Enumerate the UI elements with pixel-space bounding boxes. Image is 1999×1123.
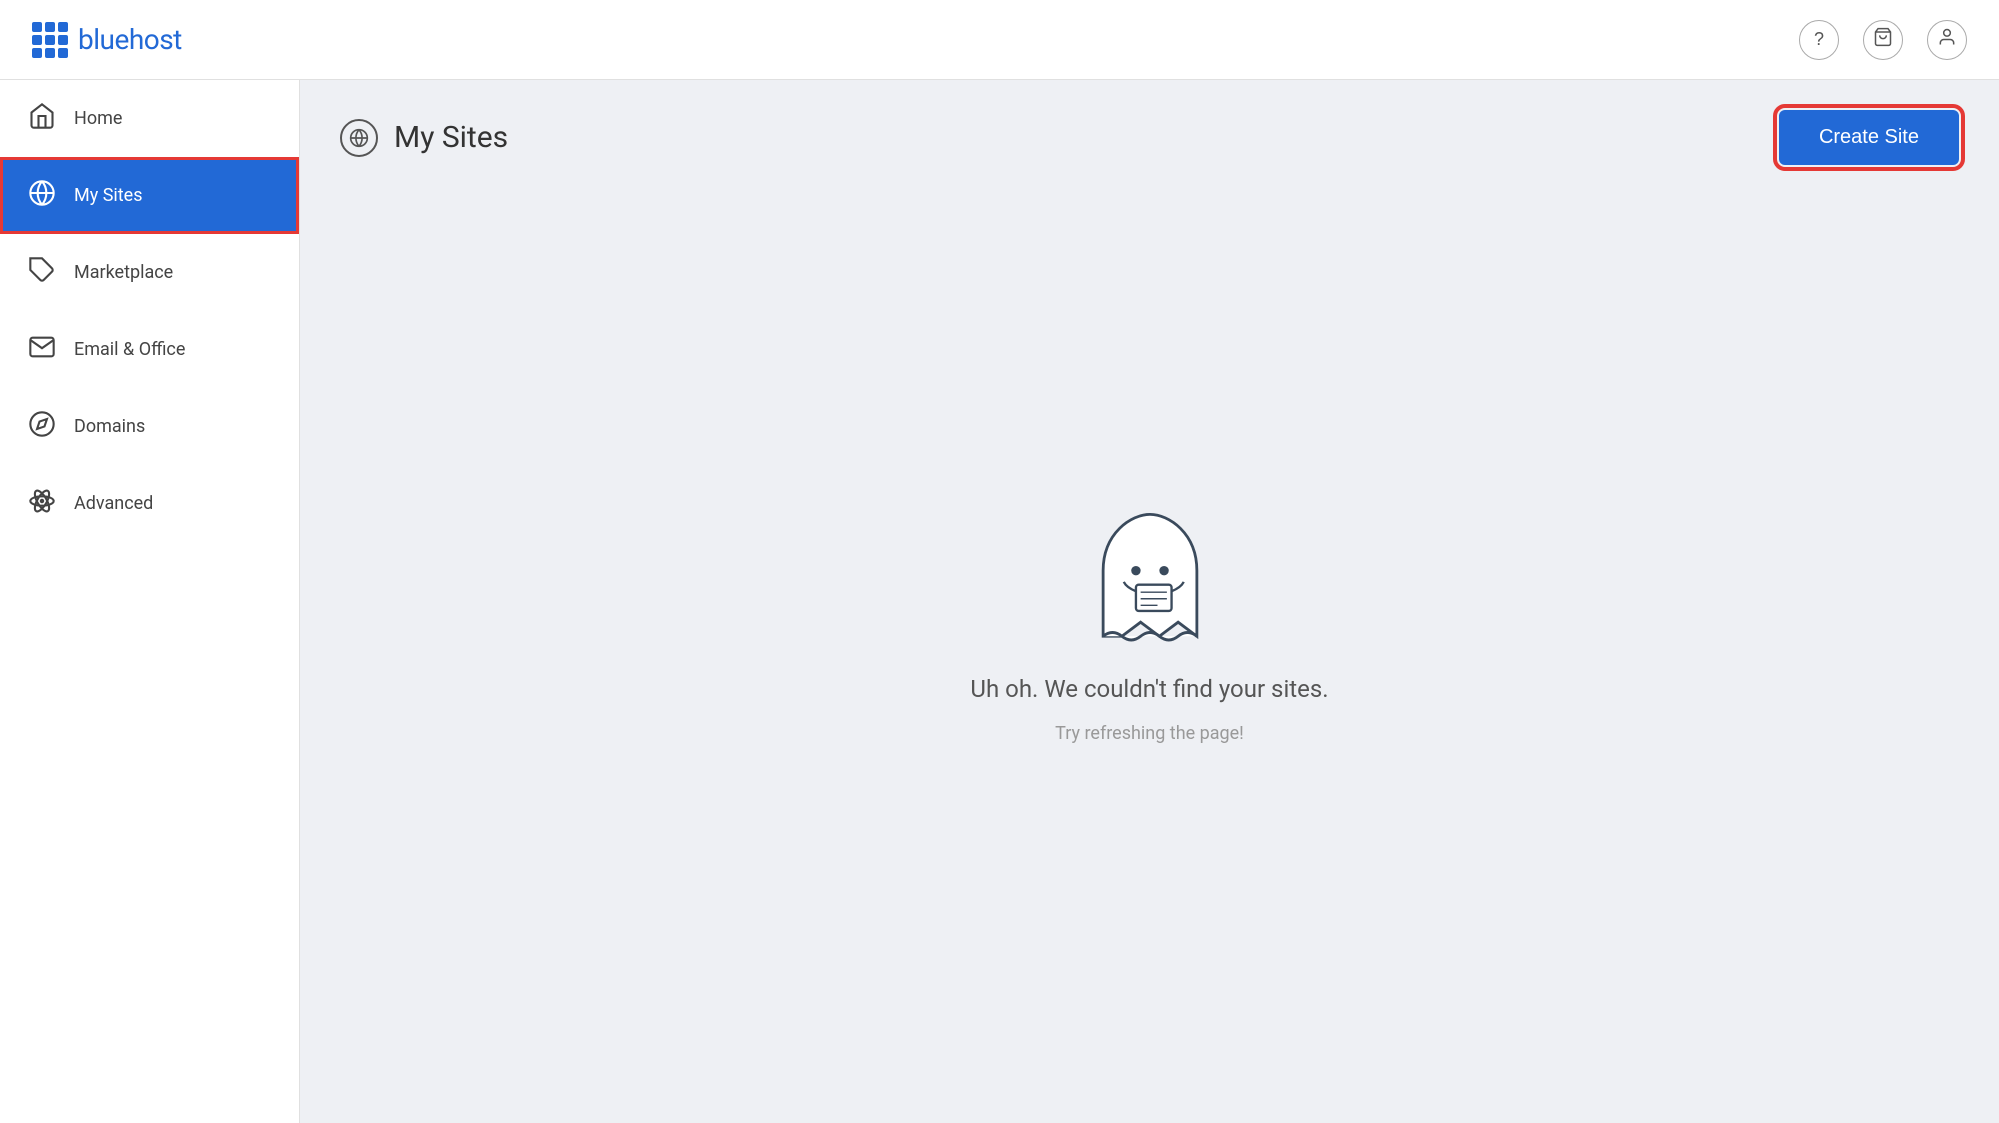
- sidebar-item-home[interactable]: Home: [0, 80, 299, 157]
- atom-icon: [28, 487, 56, 520]
- ghost-illustration: [1080, 505, 1220, 655]
- logo: bluehost: [32, 22, 182, 58]
- sidebar-item-my-sites-label: My Sites: [74, 185, 142, 206]
- sidebar-item-my-sites[interactable]: My Sites: [0, 157, 299, 234]
- cart-button[interactable]: [1863, 20, 1903, 60]
- sidebar-item-advanced[interactable]: Advanced: [0, 465, 299, 542]
- compass-icon: [28, 410, 56, 443]
- wordpress-icon: [28, 179, 56, 212]
- tag-icon: [28, 256, 56, 289]
- sidebar-item-email-office-label: Email & Office: [74, 339, 185, 360]
- main-content: My Sites Create Site: [300, 80, 1999, 1123]
- user-button[interactable]: [1927, 20, 1967, 60]
- sidebar-item-marketplace-label: Marketplace: [74, 262, 173, 283]
- empty-state-title: Uh oh. We couldn't find your sites.: [970, 675, 1328, 703]
- page-title: My Sites: [394, 120, 508, 155]
- question-icon: ?: [1814, 29, 1824, 50]
- page-wordpress-icon: [340, 119, 378, 157]
- layout: Home My Sites Marketplace: [0, 80, 1999, 1123]
- empty-state: Uh oh. We couldn't find your sites. Try …: [300, 185, 1999, 1123]
- empty-state-subtitle: Try refreshing the page!: [1055, 723, 1244, 744]
- mail-icon: [28, 333, 56, 366]
- help-button[interactable]: ?: [1799, 20, 1839, 60]
- cart-icon: [1873, 27, 1893, 52]
- sidebar-item-domains[interactable]: Domains: [0, 388, 299, 465]
- sidebar-item-domains-label: Domains: [74, 416, 145, 437]
- create-site-button[interactable]: Create Site: [1779, 110, 1959, 165]
- main-header: My Sites Create Site: [300, 80, 1999, 185]
- sidebar: Home My Sites Marketplace: [0, 80, 300, 1123]
- logo-grid-icon: [32, 22, 68, 58]
- sidebar-item-marketplace[interactable]: Marketplace: [0, 234, 299, 311]
- user-icon: [1937, 27, 1957, 52]
- home-icon: [28, 102, 56, 135]
- header-icons: ?: [1799, 20, 1967, 60]
- sidebar-item-home-label: Home: [74, 108, 122, 129]
- main-title-area: My Sites: [340, 119, 508, 157]
- sidebar-item-email-office[interactable]: Email & Office: [0, 311, 299, 388]
- sidebar-item-advanced-label: Advanced: [74, 493, 153, 514]
- header: bluehost ?: [0, 0, 1999, 80]
- logo-text: bluehost: [78, 23, 182, 56]
